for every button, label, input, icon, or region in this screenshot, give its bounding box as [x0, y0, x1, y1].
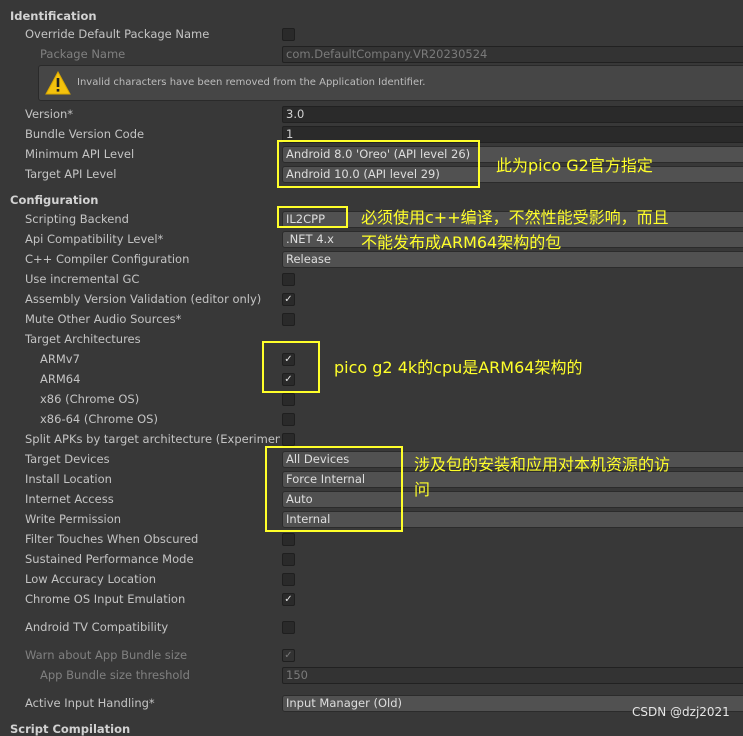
assembly-validation-checkbox[interactable]: ✓ — [282, 293, 295, 306]
android-tv-checkbox[interactable] — [282, 621, 295, 634]
split-apks-checkbox[interactable] — [282, 433, 295, 446]
sustained-performance-label: Sustained Performance Mode — [25, 552, 194, 566]
csdn-watermark: CSDN @dzj2021 — [632, 705, 730, 719]
x86-label: x86 (Chrome OS) — [40, 392, 140, 406]
package-name-field: com.DefaultCompany.VR20230524 — [282, 46, 743, 63]
devices-highlight-box — [265, 446, 403, 532]
sustained-performance-checkbox[interactable] — [282, 553, 295, 566]
target-api-level-label: Target API Level — [25, 167, 117, 181]
version-field[interactable]: 3.0 — [282, 106, 743, 123]
version-label: Version* — [25, 107, 74, 121]
api-level-annotation: 此为pico G2官方指定 — [496, 156, 653, 175]
write-permission-label: Write Permission — [25, 512, 122, 526]
mute-audio-label: Mute Other Audio Sources* — [25, 312, 182, 326]
filter-touches-label: Filter Touches When Obscured — [25, 532, 199, 546]
architecture-annotation: pico g2 4k的cpu是ARM64架构的 — [334, 358, 583, 377]
internet-access-label: Internet Access — [25, 492, 114, 506]
api-compatibility-label: Api Compatibility Level* — [25, 232, 164, 246]
warn-bundle-size-checkbox: ✓ — [282, 649, 295, 662]
incremental-gc-checkbox[interactable] — [282, 273, 295, 286]
cpp-compiler-config-label: C++ Compiler Configuration — [25, 252, 190, 266]
backend-annotation-line2: 不能发布成ARM64架构的包 — [361, 233, 562, 252]
filter-touches-checkbox[interactable] — [282, 533, 295, 546]
chrome-os-input-checkbox[interactable]: ✓ — [282, 593, 295, 606]
low-accuracy-location-label: Low Accuracy Location — [25, 572, 157, 586]
section-configuration: Configuration — [10, 193, 99, 207]
package-name-label: Package Name — [40, 47, 126, 61]
arm64-label: ARM64 — [40, 372, 81, 386]
api-level-highlight-box — [277, 140, 480, 188]
warning-text: Invalid characters have been removed fro… — [77, 77, 426, 88]
architecture-highlight-box — [262, 341, 320, 393]
bundle-threshold-label: App Bundle size threshold — [40, 668, 190, 682]
x86-checkbox[interactable] — [282, 393, 295, 406]
section-identification: Identification — [10, 9, 97, 23]
warning-triangle-icon — [45, 71, 71, 95]
override-package-name-label: Override Default Package Name — [25, 27, 210, 41]
target-devices-label: Target Devices — [25, 452, 110, 466]
install-location-label: Install Location — [25, 472, 112, 486]
warning-box: Invalid characters have been removed fro… — [38, 65, 743, 101]
armv7-label: ARMv7 — [40, 352, 80, 366]
backend-annotation-line1: 必须使用c++编译，不然性能受影响，而且 — [361, 208, 669, 227]
chrome-os-input-label: Chrome OS Input Emulation — [25, 592, 186, 606]
split-apks-label: Split APKs by target architecture (Exper… — [25, 432, 280, 446]
x86-64-checkbox[interactable] — [282, 413, 295, 426]
x86-64-label: x86-64 (Chrome OS) — [40, 412, 158, 426]
minimum-api-level-label: Minimum API Level — [25, 147, 135, 161]
devices-annotation-line2: 问 — [414, 480, 431, 499]
override-package-name-checkbox[interactable] — [282, 28, 295, 41]
assembly-validation-label: Assembly Version Validation (editor only… — [25, 292, 262, 306]
scripting-backend-label: Scripting Backend — [25, 212, 129, 226]
mute-audio-checkbox[interactable] — [282, 313, 295, 326]
section-script-compilation: Script Compilation — [10, 722, 131, 736]
bundle-threshold-field: 150 — [282, 667, 743, 684]
warn-bundle-size-label: Warn about App Bundle size — [25, 648, 188, 662]
scripting-backend-highlight-box — [277, 206, 348, 228]
active-input-handling-label: Active Input Handling* — [25, 696, 155, 710]
devices-annotation-line1: 涉及包的安装和应用对本机资源的访 — [414, 455, 671, 474]
android-tv-label: Android TV Compatibility — [25, 620, 169, 634]
target-architectures-label: Target Architectures — [25, 332, 141, 346]
low-accuracy-location-checkbox[interactable] — [282, 573, 295, 586]
incremental-gc-label: Use incremental GC — [25, 272, 140, 286]
bundle-version-code-label: Bundle Version Code — [25, 127, 145, 141]
